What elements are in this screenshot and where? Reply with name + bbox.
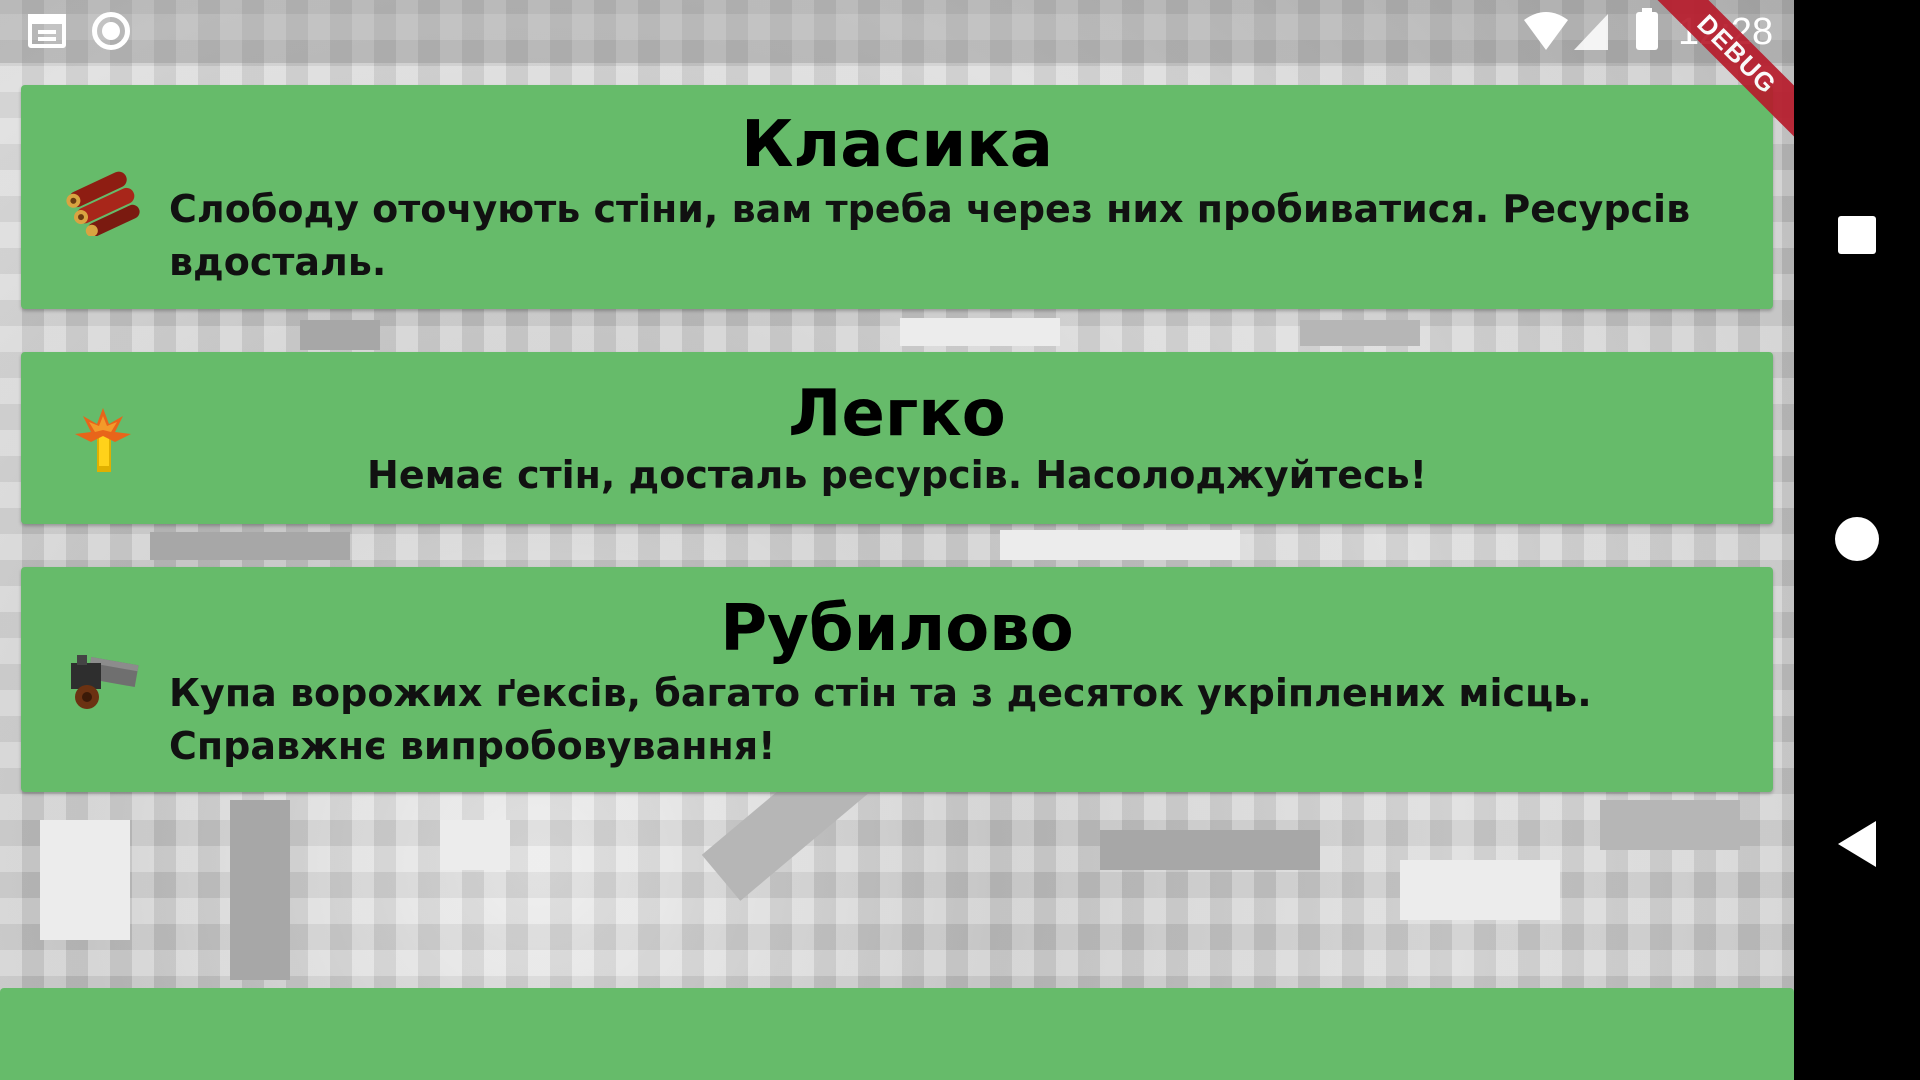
map-decoration xyxy=(1400,860,1560,920)
mode-description: Слободу оточують стіни, вам треба через … xyxy=(169,187,1691,284)
mode-title: Класика xyxy=(741,108,1053,182)
mode-description: Купа ворожих ґексів, багато стін та з де… xyxy=(169,671,1592,768)
map-decoration xyxy=(1600,800,1740,850)
home-button[interactable] xyxy=(1830,512,1884,566)
map-decoration xyxy=(40,820,130,940)
calendar-icon xyxy=(28,14,66,48)
map-decoration xyxy=(300,320,380,350)
mode-card-hard[interactable]: Рубилово Купа ворожих ґексів, багато сті… xyxy=(21,567,1773,792)
signal-icon xyxy=(1574,14,1608,50)
map-decoration xyxy=(1000,530,1240,560)
map-decoration xyxy=(1300,320,1420,346)
map-decoration xyxy=(150,532,350,560)
map-decoration xyxy=(900,318,1060,346)
game-screen: 12:28 Класика Слободу оточують стіни, ва… xyxy=(0,0,1794,1080)
mode-description: Немає стін, досталь ресурсів. Насолоджуй… xyxy=(367,453,1427,497)
wifi-icon xyxy=(1524,12,1568,50)
recent-apps-button[interactable] xyxy=(1830,208,1884,262)
map-decoration xyxy=(440,820,510,870)
bottom-action-bar[interactable] xyxy=(0,988,1794,1080)
mode-card-classic[interactable]: Класика Слободу оточують стіни, вам треб… xyxy=(21,85,1773,309)
home-icon xyxy=(1835,517,1879,561)
recent-apps-icon xyxy=(1838,216,1876,254)
mode-title: Рубилово xyxy=(720,592,1074,666)
back-icon xyxy=(1838,821,1876,867)
map-decoration xyxy=(1100,830,1320,870)
back-button[interactable] xyxy=(1830,817,1884,871)
mode-title: Легко xyxy=(788,377,1006,451)
record-icon xyxy=(92,12,130,50)
battery-icon xyxy=(1636,8,1658,50)
map-decoration xyxy=(230,800,290,980)
mode-card-easy[interactable]: Легко Немає стін, досталь ресурсів. Насо… xyxy=(21,352,1773,524)
status-bar: 12:28 xyxy=(0,0,1794,63)
system-nav-bar xyxy=(1794,0,1920,1080)
